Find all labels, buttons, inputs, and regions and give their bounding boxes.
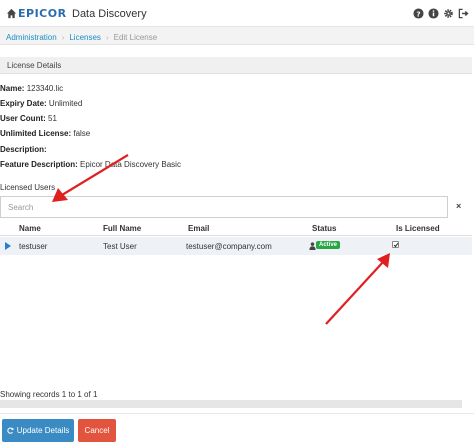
info-icon[interactable] [428,8,439,19]
breadcrumb-licenses[interactable]: Licenses [69,33,101,42]
detail-value: Unlimited [48,99,83,108]
header-icons: ? [413,8,469,19]
update-details-label: Update Details [16,426,70,435]
detail-name: Name: 123340.lic [0,84,63,93]
detail-label: Name: [0,84,25,93]
detail-value: false [73,129,91,138]
breadcrumb-current: Edit License [113,32,158,42]
records-summary: Showing records 1 to 1 of 1 [0,390,98,399]
footer-divider [0,413,474,414]
home-icon[interactable] [6,8,17,19]
detail-value: 51 [48,114,57,123]
app-title: Data Discovery [72,8,147,20]
logo-text: EPICOR [18,7,67,20]
detail-description: Description: [0,145,47,154]
breadcrumb-separator: › [105,32,109,42]
app-logo[interactable]: EPICOR [6,7,67,20]
table-row[interactable]: testuser Test User testuser@company.com … [0,237,472,255]
detail-label: Expiry Date: [0,99,47,108]
column-header-status[interactable]: Status [312,224,336,233]
column-header-is-licensed[interactable]: Is Licensed [396,224,440,233]
detail-user-count: User Count: 51 [0,114,57,123]
detail-label: Feature Description: [0,160,78,169]
detail-unlimited: Unlimited License: false [0,129,90,138]
detail-label: Unlimited License: [0,129,72,138]
cell-email: testuser@company.com [186,242,272,251]
clear-search-button[interactable]: × [456,201,461,211]
breadcrumb: Administration › Licenses › Edit License [0,27,474,45]
search-placeholder: Search [8,203,34,212]
annotation-arrow-licensed [325,253,390,325]
cell-name: testuser [19,242,48,251]
column-header-full-name[interactable]: Full Name [103,224,141,233]
breadcrumb-separator: › [61,32,65,42]
expand-icon[interactable] [5,242,11,250]
horizontal-scrollbar[interactable] [0,400,462,408]
help-icon[interactable]: ? [413,8,424,19]
svg-text:?: ? [416,9,420,18]
detail-feature-description: Feature Description: Epicor Data Discove… [0,160,181,169]
detail-value: Epicor Data Discovery Basic [80,160,181,169]
breadcrumb-administration[interactable]: Administration [6,33,57,42]
settings-icon[interactable] [443,8,454,19]
column-header-name[interactable]: Name [19,224,41,233]
check-icon [393,242,399,248]
detail-label: Description: [0,145,47,154]
licensed-users-title: Licensed Users [0,183,56,192]
cancel-button[interactable]: Cancel [78,419,116,442]
grid-header: Name Full Name Email Status Is Licensed [0,222,472,236]
update-details-button[interactable]: Update Details [2,419,74,442]
detail-expiry: Expiry Date: Unlimited [0,99,82,108]
cell-full-name: Test User [103,242,137,251]
column-header-email[interactable]: Email [188,224,209,233]
refresh-icon [7,427,14,434]
status-badge: Active [316,241,341,249]
is-licensed-checkbox[interactable] [392,241,399,248]
detail-value: 123340.lic [26,84,64,93]
detail-label: User Count: [0,114,46,123]
user-icon [309,242,316,250]
panel-title: License Details [0,57,472,74]
app-header: EPICOR Data Discovery ? [0,0,474,27]
cancel-label: Cancel [84,426,110,435]
logout-icon[interactable] [458,8,469,19]
search-input[interactable]: Search [0,196,448,218]
